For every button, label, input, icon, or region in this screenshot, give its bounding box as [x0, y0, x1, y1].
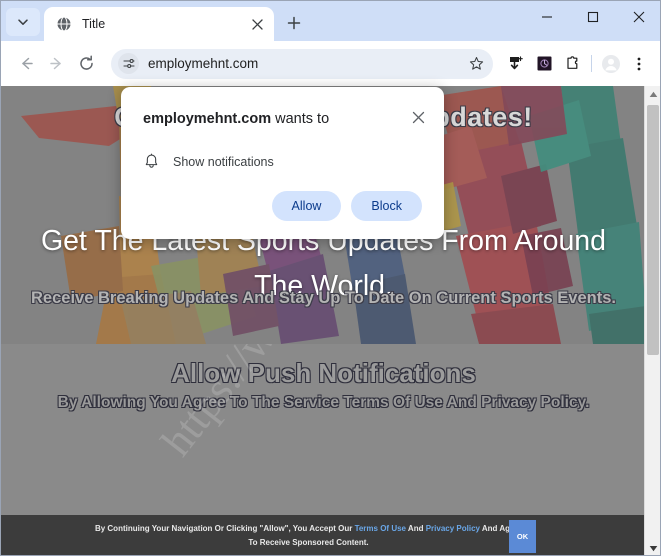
- cookie-text-before: By Continuing Your Navigation Or Clickin…: [94, 524, 355, 534]
- globe-icon: [56, 16, 72, 32]
- reload-icon: [79, 55, 93, 70]
- window-close-button[interactable]: [616, 1, 660, 33]
- scroll-up-button[interactable]: [645, 86, 660, 103]
- minimize-button[interactable]: [524, 1, 570, 33]
- extension-dark-icon: [537, 56, 551, 71]
- arrow-right-icon: [49, 57, 61, 70]
- extensions-button[interactable]: [559, 51, 585, 77]
- notification-permission-dialog: employmehnt.com wants to Show notificati…: [121, 87, 444, 239]
- window-controls: [524, 1, 660, 41]
- arrow-left-icon: [21, 57, 33, 70]
- page-scrollbar[interactable]: [644, 86, 660, 555]
- downloads-icon: [509, 56, 523, 70]
- scroll-up-icon: [649, 91, 657, 97]
- tab-title: Title: [82, 17, 106, 31]
- site-settings-button[interactable]: [118, 53, 139, 74]
- cookie-consent-text: By Continuing Your Navigation Or Clickin…: [1, 522, 646, 549]
- allow-button[interactable]: Allow: [271, 191, 342, 221]
- bell-icon: [145, 153, 158, 168]
- tab-search-button[interactable]: [6, 8, 40, 36]
- browser-toolbar: employmehnt.com: [1, 41, 660, 86]
- three-dot-menu-icon: [637, 57, 641, 70]
- back-button[interactable]: [11, 49, 41, 79]
- maximize-icon: [587, 11, 599, 23]
- bookmark-button[interactable]: [465, 53, 487, 75]
- browser-window: Title employmehnt.com Updates! Get The L…: [0, 0, 661, 556]
- privacy-policy-link[interactable]: Privacy Policy: [426, 524, 480, 533]
- promo-heading: Allow Push Notifications: [171, 358, 476, 388]
- permission-dialog-close-button[interactable]: [406, 105, 430, 129]
- permission-dialog-title: employmehnt.com wants to: [143, 111, 329, 127]
- tab-close-button[interactable]: [248, 15, 266, 33]
- permission-title-suffix: wants to: [271, 111, 330, 127]
- promo-paragraph: By Allowing You Agree To The Service Ter…: [57, 394, 590, 411]
- star-icon: [469, 56, 483, 70]
- toolbar-divider: [591, 55, 592, 72]
- cookie-consent-bar: By Continuing Your Navigation Or Clickin…: [1, 515, 646, 555]
- downloads-button[interactable]: [503, 51, 529, 77]
- permission-request-label: Show notifications: [173, 154, 274, 169]
- browser-tab[interactable]: Title: [44, 7, 274, 41]
- scroll-down-button[interactable]: [645, 540, 660, 555]
- cookie-ok-button[interactable]: OK: [509, 519, 536, 553]
- minimize-icon: [542, 16, 552, 18]
- profile-button[interactable]: [598, 51, 624, 77]
- hero-subheadline: Receive Breaking Updates And Stay Up To …: [31, 289, 616, 307]
- chevron-down-icon: [18, 19, 28, 25]
- scroll-thumb[interactable]: [647, 105, 659, 355]
- url-text[interactable]: employmehnt.com: [148, 56, 465, 71]
- plus-icon: [287, 16, 301, 30]
- site-settings-icon: [123, 58, 135, 69]
- cookie-text-mid: And: [406, 524, 426, 534]
- block-button[interactable]: Block: [351, 191, 422, 221]
- extensions-puzzle-icon: [566, 56, 577, 69]
- profile-avatar-icon: [602, 54, 620, 73]
- reload-button[interactable]: [71, 49, 101, 79]
- extension-dark-button[interactable]: [531, 51, 557, 77]
- tab-strip: Title: [1, 1, 660, 41]
- maximize-button[interactable]: [570, 1, 616, 33]
- permission-request-row: Show notifications: [143, 153, 274, 170]
- new-tab-button[interactable]: [280, 9, 308, 37]
- promo-section: Allow Push Notifications By Allowing You…: [1, 344, 646, 555]
- close-icon: [251, 18, 263, 30]
- forward-button[interactable]: [41, 49, 71, 79]
- close-icon: [633, 11, 645, 23]
- close-icon: [412, 111, 424, 123]
- terms-of-use-link[interactable]: Terms Of Use: [355, 524, 406, 533]
- scroll-down-icon: [649, 546, 657, 552]
- address-bar[interactable]: employmehnt.com: [111, 48, 493, 79]
- permission-origin: employmehnt.com: [143, 111, 272, 127]
- browser-menu-button[interactable]: [626, 51, 652, 77]
- permission-dialog-actions: Allow Block: [271, 191, 422, 221]
